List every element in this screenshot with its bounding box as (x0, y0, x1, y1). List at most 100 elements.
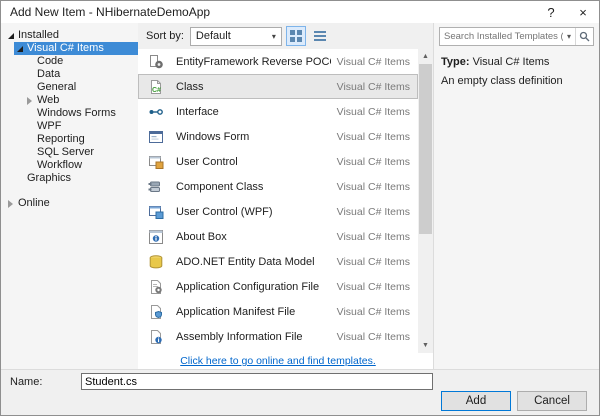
dialog-body: Installed Visual C# Items Code Data Gene… (1, 23, 599, 369)
template-list: EntityFramework Reverse POCO Code First … (138, 49, 418, 353)
template-description: An empty class definition (441, 75, 563, 87)
close-button[interactable]: × (567, 1, 599, 23)
tree-label: WPF (37, 120, 62, 132)
template-type: Visual C# Items (336, 105, 410, 118)
template-type: Visual C# Items (336, 155, 410, 168)
type-label: Type: (441, 56, 470, 68)
template-name: ADO.NET Entity Data Model (176, 255, 315, 268)
tree-label: Data (37, 68, 61, 80)
tree-item-general[interactable]: General (1, 81, 138, 94)
scroll-thumb[interactable] (419, 64, 432, 234)
expanded-triangle-icon (17, 45, 23, 52)
class-icon: C# (148, 78, 168, 96)
template-name: User Control (WPF) (176, 205, 273, 218)
view-small-icons-button[interactable] (285, 26, 306, 46)
search-input[interactable] (440, 31, 563, 42)
about-box-icon (148, 228, 168, 246)
template-type: Visual C# Items (336, 305, 410, 318)
scroll-up-button[interactable]: ▲ (418, 49, 433, 64)
tree-label: Reporting (37, 133, 85, 145)
tree-item-windows-forms[interactable]: Windows Forms (1, 107, 138, 120)
template-name: Windows Form (176, 130, 250, 143)
template-type: Visual C# Items (336, 180, 410, 193)
template-name: Application Manifest File (176, 305, 296, 318)
name-label: Name: (10, 376, 43, 388)
name-input[interactable] (81, 373, 433, 390)
collapsed-triangle-icon (8, 199, 13, 208)
template-name: User Control (176, 155, 238, 168)
tree-item-code[interactable]: Code (1, 55, 138, 68)
template-name: Application Configuration File (176, 280, 320, 293)
details-panel: ▾ Type: Visual C# Items An empty class d… (433, 23, 599, 369)
cancel-button[interactable]: Cancel (517, 391, 587, 411)
template-list-item[interactable]: C# Class Visual C# Items (138, 74, 418, 99)
tree-item-online[interactable]: Online (1, 197, 138, 210)
tree-item-graphics[interactable]: Graphics (1, 172, 138, 185)
user-control-wpf-icon (148, 203, 168, 221)
search-icon[interactable] (575, 28, 593, 45)
tree-label: Installed (18, 29, 59, 41)
template-list-item[interactable]: Assembly Information File Visual C# Item… (138, 324, 418, 349)
template-name: Assembly Information File (176, 330, 303, 343)
app-manifest-file-icon (148, 303, 168, 321)
sort-by-dropdown[interactable]: Default ▾ (189, 26, 282, 46)
tree-item-workflow[interactable]: Workflow (1, 159, 138, 172)
add-button[interactable]: Add (441, 391, 511, 411)
sort-bar: Sort by: Default ▾ (138, 23, 433, 49)
scrollbar[interactable]: ▲ ▼ (418, 49, 433, 353)
template-list-item[interactable]: Application Configuration File Visual C#… (138, 274, 418, 299)
category-tree: Installed Visual C# Items Code Data Gene… (1, 23, 138, 369)
list-view-icon (313, 31, 326, 41)
template-type: Visual C# Items (336, 330, 410, 343)
template-type: Visual C# Items (336, 230, 410, 243)
collapsed-triangle-icon (27, 96, 32, 105)
tree-label: General (37, 81, 77, 93)
template-list-item[interactable]: Windows Form Visual C# Items (138, 124, 418, 149)
template-list-item[interactable]: User Control (WPF) Visual C# Items (138, 199, 418, 224)
tree-label: Online (18, 197, 50, 209)
search-box: ▾ (439, 27, 594, 46)
tree-label: Code (37, 55, 64, 67)
template-list-item[interactable]: EntityFramework Reverse POCO Code First … (138, 49, 418, 74)
grid-view-icon (289, 30, 302, 42)
template-list-item[interactable]: ADO.NET Entity Data Model Visual C# Item… (138, 249, 418, 274)
template-list-item[interactable]: About Box Visual C# Items (138, 224, 418, 249)
template-name: Interface (176, 105, 219, 118)
entity-data-model-icon (148, 253, 168, 271)
scroll-down-button[interactable]: ▼ (418, 338, 433, 353)
tree-item-visual-csharp[interactable]: Visual C# Items (14, 42, 138, 55)
tree-label: Web (37, 94, 60, 106)
app-config-file-icon (148, 278, 168, 296)
tree-item-sql-server[interactable]: SQL Server (1, 146, 138, 159)
template-type: Visual C# Items (336, 205, 410, 218)
template-list-item[interactable]: User Control Visual C# Items (138, 149, 418, 174)
template-type: Visual C# Items (336, 80, 410, 93)
tree-label: Graphics (27, 172, 72, 184)
template-list-item[interactable]: Application Manifest File Visual C# Item… (138, 299, 418, 324)
view-list-button[interactable] (310, 26, 330, 46)
tree-item-reporting[interactable]: Reporting (1, 133, 138, 146)
tree-item-web[interactable]: Web (1, 94, 138, 107)
template-list-item[interactable]: Component Class Visual C# Items (138, 174, 418, 199)
dialog-footer: Name: Add Cancel (1, 369, 599, 415)
help-button[interactable]: ? (535, 1, 567, 23)
chevron-down-icon[interactable]: ▾ (563, 32, 575, 41)
type-value: Visual C# Items (472, 56, 550, 68)
template-list-item[interactable]: Interface Visual C# Items (138, 99, 418, 124)
tree-item-installed[interactable]: Installed (1, 29, 138, 42)
template-panel: Sort by: Default ▾ EntityFramework Rever… (138, 23, 433, 369)
add-new-item-dialog: Add New Item - NHibernateDemoApp ? × Ins… (0, 0, 600, 416)
window-controls: ? × (535, 1, 599, 23)
tree-label: SQL Server (37, 146, 95, 158)
tree-label: Workflow (37, 159, 83, 171)
tree-item-data[interactable]: Data (1, 68, 138, 81)
tree-item-wpf[interactable]: WPF (1, 120, 138, 133)
template-type: Visual C# Items (336, 280, 410, 293)
template-name: Component Class (176, 180, 264, 193)
windows-form-icon (148, 128, 168, 146)
template-type-line: Type: Visual C# Items (441, 56, 599, 68)
online-templates-link[interactable]: Click here to go online and find templat… (180, 355, 376, 367)
interface-icon (148, 103, 168, 121)
component-class-icon (148, 178, 168, 196)
window-title: Add New Item - NHibernateDemoApp (10, 5, 211, 19)
